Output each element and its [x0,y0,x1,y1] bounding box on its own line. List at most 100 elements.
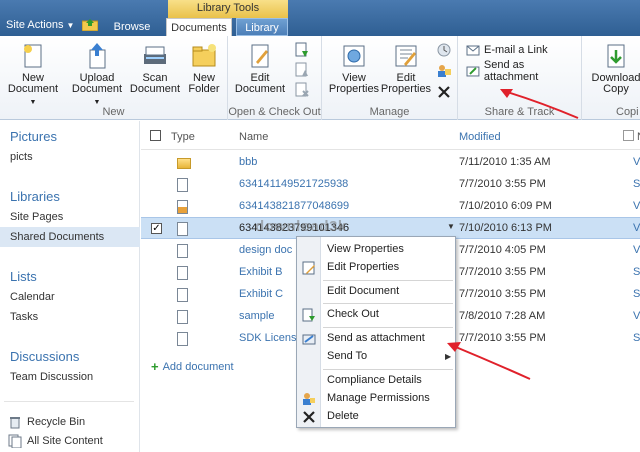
folder-icon [177,158,191,169]
column-header-type[interactable]: Type [171,131,195,143]
delete-icon[interactable] [436,84,452,100]
row-modified: 7/10/2010 6:09 PM [459,200,552,212]
download-copy-label-2: Copy [603,83,629,95]
row-modified: 7/10/2010 6:13 PM [459,222,552,234]
nav-item-team-discussion[interactable]: Team Discussion [10,371,93,383]
row-name[interactable]: bbb [239,156,257,168]
menu-item-send-to[interactable]: Send To [327,350,367,362]
upload-document-label-2: Document [71,83,123,95]
edit-properties-icon [302,261,315,275]
table-row[interactable]: 634141149521725938 7/7/2010 3:55 PM S [141,174,640,196]
row-name[interactable]: 634143821877048699 [239,200,349,212]
nav-heading-lists[interactable]: Lists [10,269,37,284]
ribbon-group-manage: View Properties Edit Properties Manage [322,36,458,120]
edit-properties-button[interactable]: Edit Properties [380,42,432,95]
version-history-icon[interactable] [436,42,452,58]
menu-item-send-as-attachment[interactable]: Send as attachment [327,332,425,344]
table-row[interactable]: 634143821877048699 7/10/2010 6:09 PM V [141,196,640,218]
document-icon [177,178,188,192]
add-icon: + [151,359,159,374]
download-copy-button[interactable]: Download Copy [588,42,640,95]
attachment-icon [466,66,480,77]
table-row[interactable]: bbb 7/11/2010 1:35 AM V [141,152,640,174]
add-document-link[interactable]: + Add document [151,359,234,374]
menu-item-view-properties[interactable]: View Properties [327,243,404,255]
row-extra[interactable]: V [633,200,640,212]
chevron-down-icon: ▼ [29,99,37,106]
item-menu-dropdown-icon[interactable]: ▼ [447,222,455,231]
nav-recycle-bin[interactable]: Recycle Bin [8,415,85,429]
row-name[interactable]: design doc [239,244,292,256]
row-name[interactable]: 634141149521725938 [239,178,348,190]
row-extra[interactable]: V [633,156,640,168]
column-header-modified[interactable]: Modified [459,131,501,143]
row-name[interactable]: SDK Licens [239,332,296,344]
tab-library[interactable]: Library [236,18,288,36]
scan-document-button[interactable]: Scan Document [128,42,182,95]
upload-document-button[interactable]: Upload Document ▼ [68,42,126,108]
column-header-name[interactable]: Name [239,131,268,143]
document-icon [177,244,188,258]
check-in-icon[interactable] [294,62,310,78]
menu-item-delete[interactable]: Delete [327,410,359,422]
edit-document-button[interactable]: Edit Document [232,42,288,95]
row-modified: 7/11/2010 1:35 AM [459,156,551,168]
nav-item-site-pages[interactable]: Site Pages [10,211,63,223]
row-extra[interactable]: V [633,244,640,256]
group-label-manage: Manage [369,106,410,118]
row-name[interactable]: Exhibit C [239,288,283,300]
row-extra[interactable]: S [633,288,640,300]
email-link-button[interactable]: E-mail a Link [466,42,548,58]
nav-item-calendar[interactable]: Calendar [10,291,55,303]
column-checkbox-icon [623,130,634,141]
all-site-content-label: All Site Content [27,435,103,447]
row-checkbox[interactable]: ✓ [151,223,162,234]
row-extra[interactable]: S [633,266,640,278]
nav-item-shared-documents[interactable]: Shared Documents [10,231,104,243]
row-modified: 7/7/2010 3:55 PM [459,178,546,190]
document-icon [177,222,188,236]
row-modified: 7/7/2010 3:55 PM [459,266,546,278]
view-properties-button[interactable]: View Properties [328,42,380,95]
new-folder-button[interactable]: New Folder [182,42,226,95]
submenu-arrow-icon: ▶ [445,352,452,361]
menu-item-edit-properties[interactable]: Edit Properties [327,261,399,273]
row-modified: 7/7/2010 3:55 PM [459,332,546,344]
row-extra[interactable]: S [633,332,640,344]
nav-divider [4,401,134,402]
nav-heading-pictures[interactable]: Pictures [10,129,57,144]
add-document-label: Add document [162,360,234,373]
tab-documents[interactable]: Documents [166,18,232,37]
nav-item-tasks[interactable]: Tasks [10,311,38,323]
edit-properties-label-2: Properties [380,83,432,95]
site-actions-menu[interactable]: Site Actions ▼ [6,19,74,31]
check-out-icon[interactable] [294,42,310,58]
nav-heading-discussions[interactable]: Discussions [10,349,79,364]
select-all-checkbox[interactable] [150,130,161,141]
edit-properties-icon [392,42,420,70]
download-icon [602,42,630,70]
row-extra[interactable]: S [633,178,640,190]
row-name[interactable]: Exhibit B [239,266,282,278]
send-attachment-icon [302,334,316,345]
send-as-attachment-button[interactable]: Send as attachment [466,59,581,83]
nav-heading-libraries[interactable]: Libraries [10,189,60,204]
nav-item-picts[interactable]: picts [10,151,33,163]
navigate-up-icon[interactable] [82,18,98,31]
header-divider [141,149,640,150]
row-name[interactable]: sample [239,310,274,322]
delete-icon [303,411,315,423]
nav-all-site-content[interactable]: All Site Content [8,434,103,448]
row-extra[interactable]: V [633,222,640,234]
view-properties-label-2: Properties [328,83,380,95]
menu-item-check-out[interactable]: Check Out [327,308,379,320]
document-permissions-icon[interactable] [436,62,452,78]
row-extra[interactable]: V [633,310,640,322]
menu-item-manage-permissions[interactable]: Manage Permissions [327,392,430,404]
discard-check-out-icon[interactable] [294,82,310,98]
new-document-button[interactable]: New Document ▼ [4,42,62,108]
tab-browse[interactable]: Browse [104,18,160,36]
menu-item-edit-document[interactable]: Edit Document [327,285,399,297]
chevron-down-icon: ▼ [66,21,75,30]
menu-item-compliance-details[interactable]: Compliance Details [327,374,422,386]
